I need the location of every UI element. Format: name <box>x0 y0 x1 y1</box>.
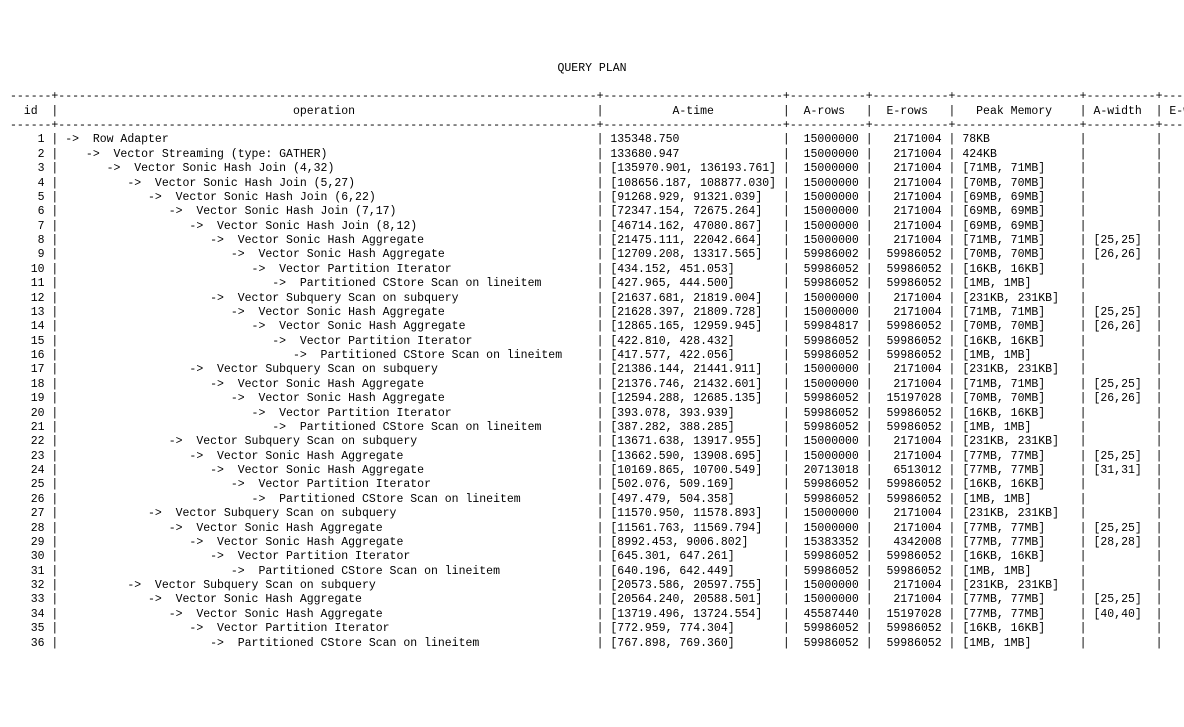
plan-row: 13 | -> Vector Sonic Hash Aggregate | [2… <box>10 306 1174 320</box>
plan-row: 15 | -> Vector Partition Iterator | [422… <box>10 335 1174 349</box>
plan-row: 23 | -> Vector Sonic Hash Aggregate | [1… <box>10 450 1174 464</box>
plan-row: 32 | -> Vector Subquery Scan on subquery… <box>10 579 1174 593</box>
plan-row: 22 | -> Vector Subquery Scan on subquery… <box>10 435 1174 449</box>
plan-row: 18 | -> Vector Sonic Hash Aggregate | [2… <box>10 378 1174 392</box>
plan-row: 29 | -> Vector Sonic Hash Aggregate | [8… <box>10 536 1174 550</box>
divider-line: ------+---------------------------------… <box>10 119 1174 133</box>
plan-row: 11 | -> Partitioned CStore Scan on linei… <box>10 277 1174 291</box>
plan-row: 35 | -> Vector Partition Iterator | [772… <box>10 622 1174 636</box>
plan-row: 34 | -> Vector Sonic Hash Aggregate | [1… <box>10 608 1174 622</box>
plan-row: 7 | -> Vector Sonic Hash Join (8,12) | [… <box>10 220 1174 234</box>
plan-row: 12 | -> Vector Subquery Scan on subquery… <box>10 292 1174 306</box>
plan-row: 4 | -> Vector Sonic Hash Join (5,27) | [… <box>10 177 1174 191</box>
plan-row: 20 | -> Vector Partition Iterator | [393… <box>10 407 1174 421</box>
plan-row: 5 | -> Vector Sonic Hash Join (6,22) | [… <box>10 191 1174 205</box>
plan-row: 8 | -> Vector Sonic Hash Aggregate | [21… <box>10 234 1174 248</box>
header-row: id | operation | A-time | A-rows | E-row… <box>10 105 1174 119</box>
plan-row: 16 | -> Partitioned CStore Scan on linei… <box>10 349 1174 363</box>
plan-row: 2 | -> Vector Streaming (type: GATHER) |… <box>10 148 1174 162</box>
plan-row: 6 | -> Vector Sonic Hash Join (7,17) | [… <box>10 205 1174 219</box>
plan-row: 27 | -> Vector Subquery Scan on subquery… <box>10 507 1174 521</box>
plan-row: 24 | -> Vector Sonic Hash Aggregate | [1… <box>10 464 1174 478</box>
plan-row: 10 | -> Vector Partition Iterator | [434… <box>10 263 1174 277</box>
plan-row: 14 | -> Vector Sonic Hash Aggregate | [1… <box>10 320 1174 334</box>
plan-row: 31 | -> Partitioned CStore Scan on linei… <box>10 565 1174 579</box>
plan-row: 28 | -> Vector Sonic Hash Aggregate | [1… <box>10 522 1174 536</box>
divider-line: ------+---------------------------------… <box>10 90 1174 104</box>
query-plan-table: ------+---------------------------------… <box>10 90 1174 651</box>
plan-row: 33 | -> Vector Sonic Hash Aggregate | [2… <box>10 593 1174 607</box>
plan-row: 1 | -> Row Adapter | 135348.750 | 150000… <box>10 133 1174 147</box>
plan-row: 36 | -> Partitioned CStore Scan on linei… <box>10 637 1174 651</box>
plan-title: QUERY PLAN <box>10 62 1174 76</box>
plan-row: 30 | -> Vector Partition Iterator | [645… <box>10 550 1174 564</box>
plan-row: 25 | -> Vector Partition Iterator | [502… <box>10 478 1174 492</box>
plan-row: 3 | -> Vector Sonic Hash Join (4,32) | [… <box>10 162 1174 176</box>
plan-row: 21 | -> Partitioned CStore Scan on linei… <box>10 421 1174 435</box>
plan-row: 17 | -> Vector Subquery Scan on subquery… <box>10 363 1174 377</box>
plan-row: 19 | -> Vector Sonic Hash Aggregate | [1… <box>10 392 1174 406</box>
plan-row: 9 | -> Vector Sonic Hash Aggregate | [12… <box>10 248 1174 262</box>
plan-row: 26 | -> Partitioned CStore Scan on linei… <box>10 493 1174 507</box>
